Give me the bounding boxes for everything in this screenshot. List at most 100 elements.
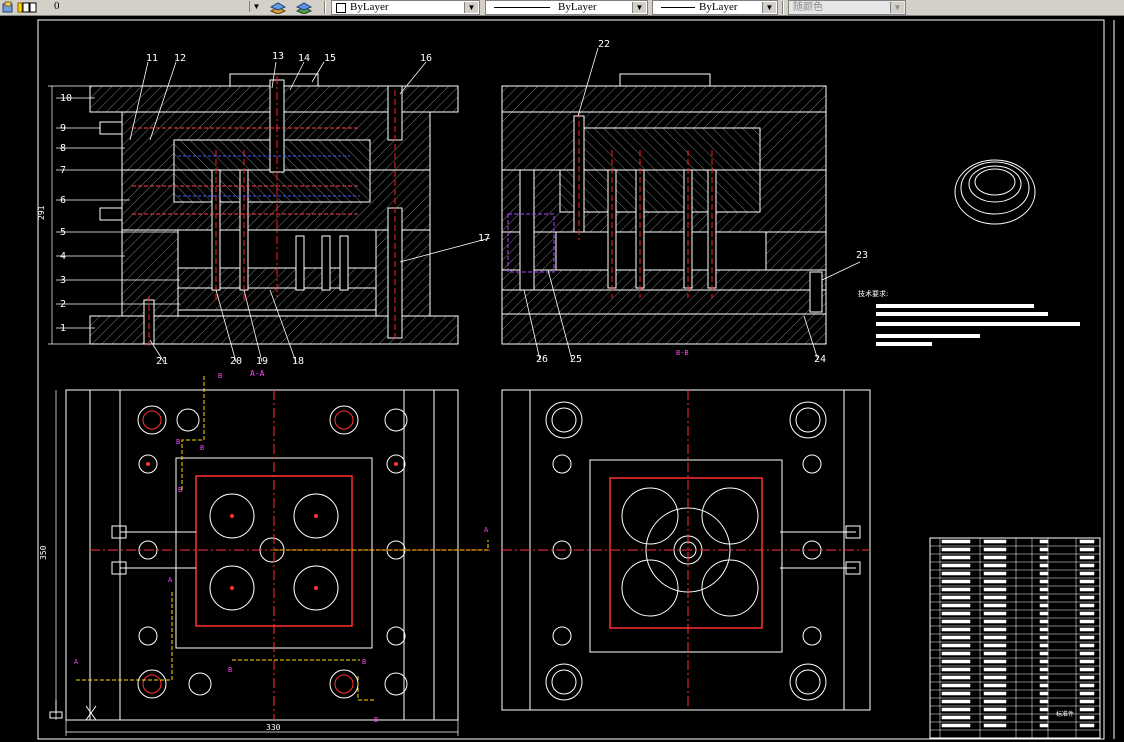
bom-cell-text <box>1039 707 1049 712</box>
color-swatch <box>336 3 346 13</box>
bom-cell-text <box>983 635 1007 640</box>
bom-cell-text <box>1079 707 1095 712</box>
svg-text:B: B <box>178 486 182 494</box>
bom-cell-text <box>1039 667 1049 672</box>
svg-text:23: 23 <box>856 250 868 261</box>
toolbar-separator <box>782 1 784 14</box>
bom-cell-text <box>1079 635 1095 640</box>
bom-cell-text <box>941 627 971 632</box>
svg-text:5: 5 <box>60 227 66 238</box>
svg-text:24: 24 <box>814 354 826 365</box>
bom-cell-text <box>983 547 1007 552</box>
bom-cell-text <box>983 699 1007 704</box>
bom-cell-text <box>941 539 971 544</box>
bom-cell-text <box>941 659 971 664</box>
svg-text:4: 4 <box>60 251 66 262</box>
layer-state-icon[interactable] <box>2 1 14 14</box>
bom-cell-text <box>1079 587 1095 592</box>
bom-cell-text <box>941 643 971 648</box>
svg-text:A: A <box>484 526 489 534</box>
lineweight-preview <box>661 7 695 8</box>
section-label-bb: B-B <box>676 349 689 357</box>
make-object-layer-current-icon[interactable] <box>269 1 287 15</box>
bom-cell-text <box>1039 539 1049 544</box>
bom-cell-text <box>1039 579 1049 584</box>
svg-text:20: 20 <box>230 356 242 367</box>
properties-toolbar: 0 ▼ ByLayer ▼ ByLayer ▼ ByLayer ▼ 随颜色 ▼ <box>0 0 1124 16</box>
bom-cell-text <box>1079 675 1095 680</box>
bom-cell-text <box>983 603 1007 608</box>
bom-cell-text <box>941 563 971 568</box>
chevron-down-icon[interactable]: ▼ <box>464 2 478 13</box>
bom-cell-text <box>983 659 1007 664</box>
lineweight-value: ByLayer <box>699 1 738 13</box>
bom-cell-text <box>1039 699 1049 704</box>
bom-cell-text <box>941 715 971 720</box>
tech-requirements-title: 技术要求: <box>858 289 888 298</box>
bom-cell-text <box>1039 619 1049 624</box>
svg-text:8: 8 <box>60 143 66 154</box>
bom-cell-text <box>1079 595 1095 600</box>
bom-cell-text <box>1079 691 1095 696</box>
bom-cell-text <box>941 667 971 672</box>
bom-cell-text <box>1039 715 1049 720</box>
svg-text:22: 22 <box>598 39 610 50</box>
bom-cell-text <box>1079 627 1095 632</box>
drawing-canvas[interactable]: 10 9 8 7 6 5 4 3 2 1 11 12 13 14 15 16 17 18 19 20 21… <box>0 16 1124 742</box>
section-view-aa: 10 9 8 7 6 5 4 3 2 1 11 12 13 14 15 16 17 18 19 20 21… <box>37 51 491 378</box>
bom-cell-text <box>1039 587 1049 592</box>
svg-text:18: 18 <box>292 356 304 367</box>
svg-text:25: 25 <box>570 354 582 365</box>
bom-cell-text <box>1039 555 1049 560</box>
svg-text:11: 11 <box>146 53 158 64</box>
color-dropdown[interactable]: ByLayer ▼ <box>331 0 480 15</box>
bom-cell-text <box>941 579 971 584</box>
bom-cell-text <box>941 635 971 640</box>
bom-cell-text <box>1039 675 1049 680</box>
svg-text:B: B <box>176 438 180 446</box>
linetype-dropdown[interactable]: ByLayer ▼ <box>485 0 648 15</box>
bom-cell-text <box>983 619 1007 624</box>
chevron-down-icon[interactable]: ▼ <box>762 2 776 13</box>
title-block-label: 标准件 <box>1056 710 1074 718</box>
svg-text:B: B <box>228 666 232 674</box>
bom-cell-text <box>1079 619 1095 624</box>
chevron-down-icon[interactable]: ▼ <box>249 1 263 12</box>
bom-cell-text <box>1039 683 1049 688</box>
svg-text:15: 15 <box>324 53 336 64</box>
bom-cell-text <box>1079 643 1095 648</box>
layer-dropdown[interactable]: 0 ▼ <box>16 0 264 15</box>
bom-cell-text <box>1079 715 1095 720</box>
lineweight-dropdown[interactable]: ByLayer ▼ <box>652 0 778 15</box>
chevron-down-icon[interactable]: ▼ <box>632 2 646 13</box>
layer-previous-icon[interactable] <box>295 1 313 15</box>
layer-value: 0 <box>54 0 60 12</box>
technical-requirements: 技术要求: <box>858 289 1080 346</box>
plan-view-right <box>501 389 871 711</box>
bom-cell-text <box>1079 667 1095 672</box>
bom-cell-text <box>1039 595 1049 600</box>
svg-text:16: 16 <box>420 53 432 64</box>
bom-cell-text <box>941 555 971 560</box>
bom-cell-text <box>1039 627 1049 632</box>
bom-cell-text <box>941 595 971 600</box>
bom-cell-text <box>1039 691 1049 696</box>
bom-cell-text <box>1039 603 1049 608</box>
section-view-bb: 22 23 24 25 26 B-B <box>501 39 868 365</box>
bom-cell-text <box>941 587 971 592</box>
dimension-height: 291 <box>37 205 46 220</box>
bom-cell-text <box>1039 659 1049 664</box>
svg-text:6: 6 <box>60 195 66 206</box>
svg-text:10: 10 <box>60 93 72 104</box>
bom-cell-text <box>941 699 971 704</box>
bom-cell-text <box>1039 635 1049 640</box>
bom-cell-text <box>983 563 1007 568</box>
part-isometric-ring <box>954 159 1036 225</box>
bom-cell-text <box>1079 563 1095 568</box>
dimension-height-plan: 350 <box>39 545 48 560</box>
svg-text:13: 13 <box>272 51 284 62</box>
bom-cell-text <box>941 723 971 728</box>
bom-cell-text <box>1039 563 1049 568</box>
bom-cell-text <box>983 707 1007 712</box>
bom-cell-text <box>983 587 1007 592</box>
